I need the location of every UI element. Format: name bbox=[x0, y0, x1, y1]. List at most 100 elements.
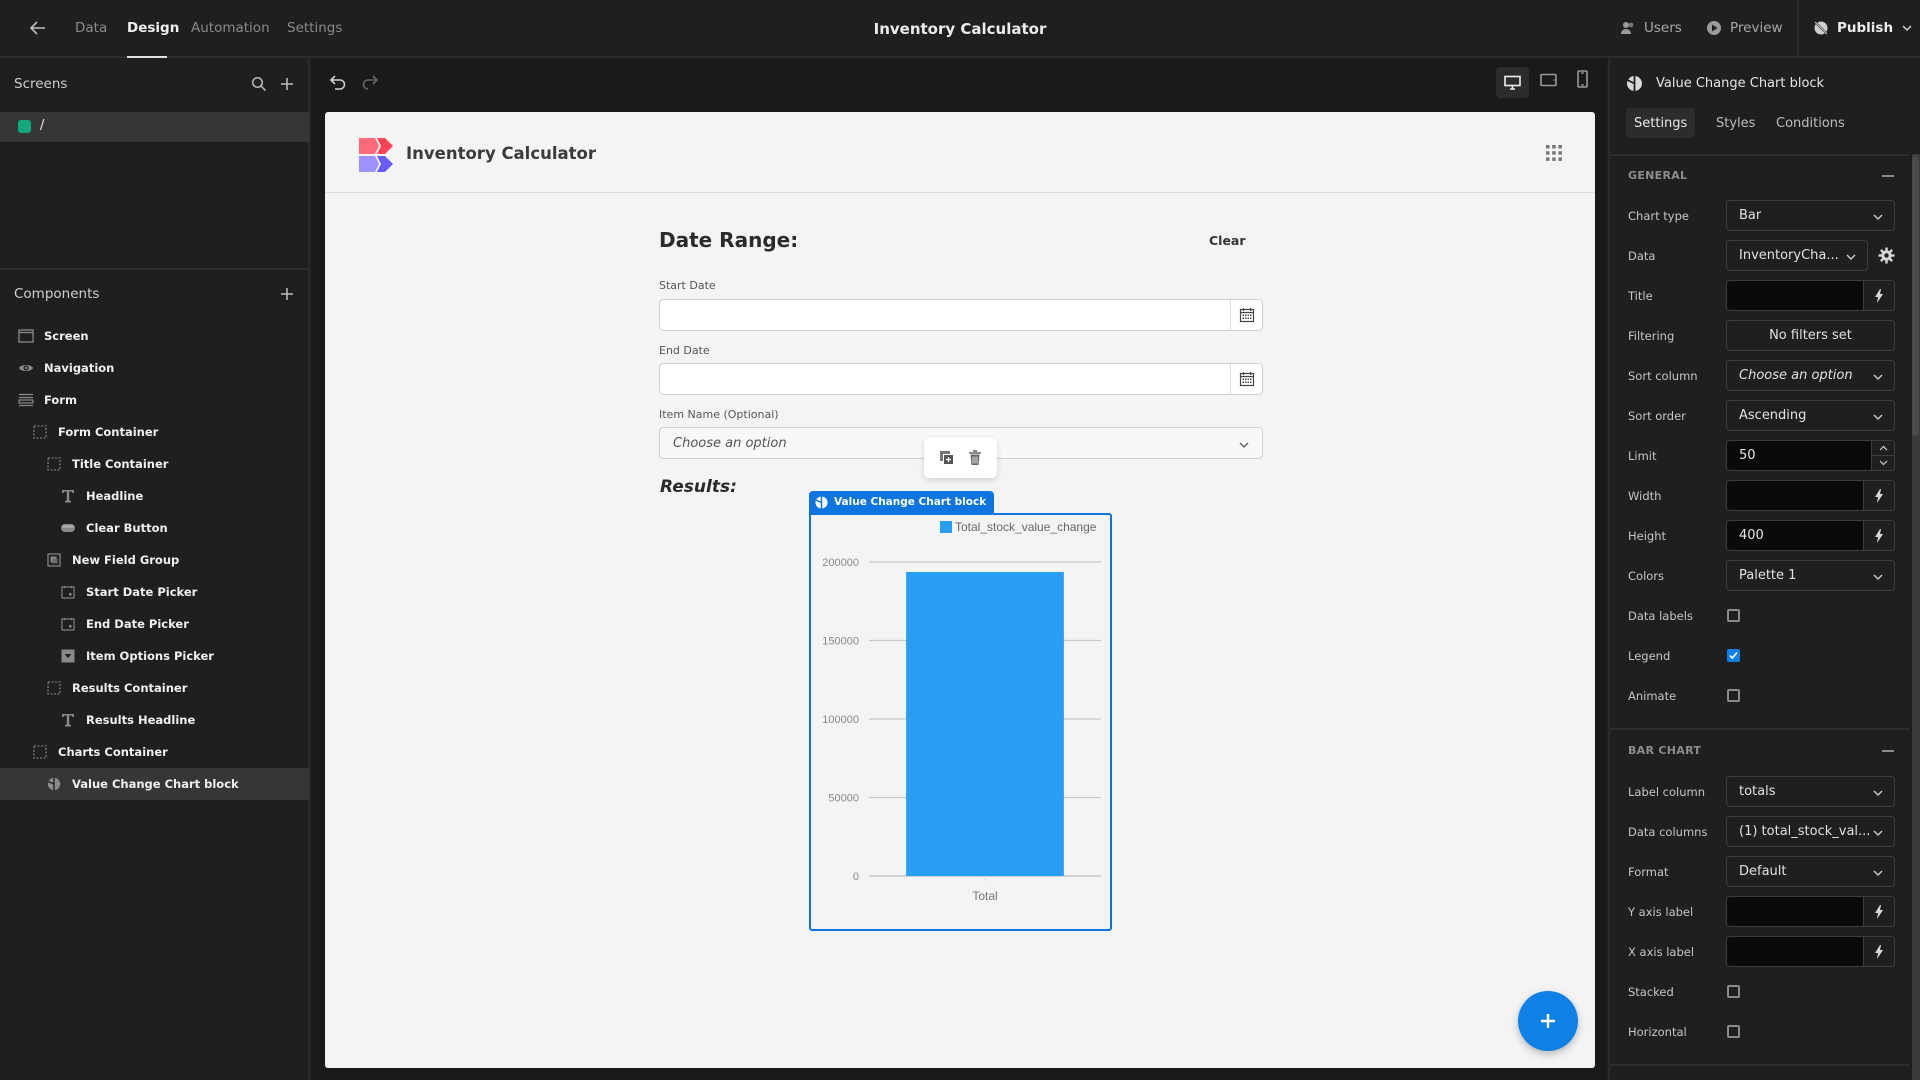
search-screens-button[interactable] bbox=[251, 76, 267, 92]
redo-button[interactable] bbox=[360, 72, 380, 92]
end-date-input[interactable] bbox=[659, 363, 1263, 395]
screen-icon bbox=[18, 328, 34, 344]
component-tree-item[interactable]: Clear Button bbox=[0, 512, 310, 544]
component-tree-item[interactable]: Navigation bbox=[0, 352, 310, 384]
tab-design[interactable]: Design bbox=[127, 20, 179, 36]
filtering-label: Filtering bbox=[1628, 329, 1675, 343]
item-name-label: Item Name (Optional) bbox=[659, 408, 779, 421]
component-tree-item[interactable]: Start Date Picker bbox=[0, 576, 310, 608]
app-name: Inventory Calculator bbox=[406, 144, 597, 163]
tab-settings[interactable]: Settings bbox=[1626, 108, 1696, 138]
title-input[interactable] bbox=[1726, 280, 1895, 311]
format-select[interactable]: Default bbox=[1726, 856, 1895, 887]
redo-icon bbox=[362, 75, 379, 90]
height-binding-button[interactable] bbox=[1863, 521, 1894, 550]
bar[interactable] bbox=[906, 572, 1064, 876]
publish-button[interactable]: Publish bbox=[1813, 20, 1913, 36]
lightning-icon bbox=[1875, 488, 1883, 503]
component-tree-item[interactable]: Results Headline bbox=[0, 704, 310, 736]
chart-block[interactable]: 0 50000 100000 150000 200000 Total Total_sto… bbox=[809, 513, 1112, 931]
start-date-input[interactable] bbox=[659, 299, 1263, 331]
app-navigation-header: Inventory Calculator bbox=[325, 112, 1595, 193]
height-input[interactable]: 400 bbox=[1726, 520, 1895, 551]
screen-item[interactable]: / bbox=[0, 112, 310, 142]
divider bbox=[1610, 1064, 1910, 1066]
filtering-button[interactable]: No filters set bbox=[1726, 320, 1895, 351]
title-binding-button[interactable] bbox=[1863, 281, 1894, 310]
stacked-checkbox[interactable] bbox=[1727, 985, 1740, 998]
component-tree-item[interactable]: Item Options Picker bbox=[0, 640, 310, 672]
tab-automation[interactable]: Automation bbox=[191, 20, 270, 36]
label-column-select[interactable]: totals bbox=[1726, 776, 1895, 807]
tab-styles[interactable]: Styles bbox=[1708, 108, 1763, 138]
chevron-up-icon bbox=[1879, 445, 1887, 451]
animate-checkbox[interactable] bbox=[1727, 689, 1740, 702]
legend-label[interactable]: Total_stock_value_change bbox=[955, 520, 1097, 534]
y-axis-binding-button[interactable] bbox=[1863, 897, 1894, 926]
collapse-general-button[interactable] bbox=[1882, 175, 1894, 177]
y-axis-label-input[interactable] bbox=[1726, 896, 1895, 927]
component-tree-item[interactable]: End Date Picker bbox=[0, 608, 310, 640]
data-labels-checkbox[interactable] bbox=[1727, 609, 1740, 622]
component-tree-item[interactable]: Form Container bbox=[0, 416, 310, 448]
preview-button[interactable]: Preview bbox=[1706, 20, 1783, 36]
mobile-view-button[interactable] bbox=[1577, 70, 1588, 88]
collapse-bar-chart-button[interactable] bbox=[1882, 750, 1894, 752]
delete-button[interactable] bbox=[968, 450, 982, 466]
colors-select[interactable]: Palette 1 bbox=[1726, 560, 1895, 591]
back-button[interactable] bbox=[28, 18, 48, 38]
width-binding-button[interactable] bbox=[1863, 481, 1894, 510]
data-settings-button[interactable] bbox=[1878, 247, 1895, 264]
scrollbar-thumb[interactable] bbox=[1912, 156, 1919, 436]
component-tree-item[interactable]: Headline bbox=[0, 480, 310, 512]
width-input[interactable] bbox=[1726, 480, 1895, 511]
tab-data[interactable]: Data bbox=[75, 20, 107, 36]
component-tree-item[interactable]: Value Change Chart block bbox=[0, 768, 310, 800]
screen-color-indicator bbox=[18, 120, 31, 133]
chart-type-select[interactable]: Bar bbox=[1726, 200, 1895, 231]
component-tree-item-label: Screen bbox=[44, 329, 89, 343]
end-date-calendar-button[interactable] bbox=[1230, 364, 1262, 394]
limit-stepper[interactable] bbox=[1871, 441, 1894, 470]
tab-settings[interactable]: Settings bbox=[287, 20, 342, 36]
tab-conditions[interactable]: Conditions bbox=[1768, 108, 1853, 138]
start-date-calendar-button[interactable] bbox=[1230, 300, 1262, 330]
add-screen-button[interactable] bbox=[279, 76, 295, 92]
y-tick-label: 100000 bbox=[822, 714, 859, 726]
legend-swatch bbox=[940, 521, 952, 533]
component-tree-item[interactable]: Charts Container bbox=[0, 736, 310, 768]
increment-button[interactable] bbox=[1872, 441, 1894, 456]
add-component-fab[interactable] bbox=[1518, 991, 1578, 1051]
desktop-view-button[interactable] bbox=[1496, 67, 1529, 98]
results-headline: Results: bbox=[660, 477, 737, 497]
sort-column-select[interactable]: Choose an option bbox=[1726, 360, 1895, 391]
height-label: Height bbox=[1628, 529, 1667, 543]
clear-button[interactable]: Clear bbox=[1209, 233, 1246, 248]
component-tree-item[interactable]: Screen bbox=[0, 320, 310, 352]
add-component-button[interactable] bbox=[279, 286, 295, 302]
users-button[interactable]: Users bbox=[1620, 20, 1682, 36]
data-columns-select[interactable]: (1) total_stock_val... bbox=[1726, 816, 1895, 847]
sort-order-select[interactable]: Ascending bbox=[1726, 400, 1895, 431]
component-tree-item[interactable]: Title Container bbox=[0, 448, 310, 480]
x-axis-binding-button[interactable] bbox=[1863, 937, 1894, 966]
limit-input[interactable]: 50 bbox=[1726, 440, 1895, 471]
tablet-view-button[interactable] bbox=[1540, 73, 1557, 87]
component-tree-item[interactable]: New Field Group bbox=[0, 544, 310, 576]
component-tree-item[interactable]: Form bbox=[0, 384, 310, 416]
arrow-left-icon bbox=[29, 21, 45, 35]
selected-component-tag[interactable]: Value Change Chart block bbox=[809, 491, 995, 513]
chevron-down-icon bbox=[1902, 25, 1912, 32]
trash-icon bbox=[969, 450, 982, 465]
decrement-button[interactable] bbox=[1872, 456, 1894, 470]
horizontal-checkbox[interactable] bbox=[1727, 1025, 1740, 1038]
grid-menu-icon bbox=[1546, 145, 1562, 161]
legend-checkbox[interactable] bbox=[1727, 649, 1740, 662]
app-preview-frame: Inventory Calculator Date Range: Clear S… bbox=[325, 112, 1595, 1068]
undo-button[interactable] bbox=[328, 72, 348, 92]
app-menu-button[interactable] bbox=[1546, 145, 1562, 161]
data-source-select[interactable]: InventoryCha... bbox=[1726, 240, 1868, 271]
duplicate-button[interactable] bbox=[939, 450, 955, 466]
x-axis-label-input[interactable] bbox=[1726, 936, 1895, 967]
component-tree-item[interactable]: Results Container bbox=[0, 672, 310, 704]
